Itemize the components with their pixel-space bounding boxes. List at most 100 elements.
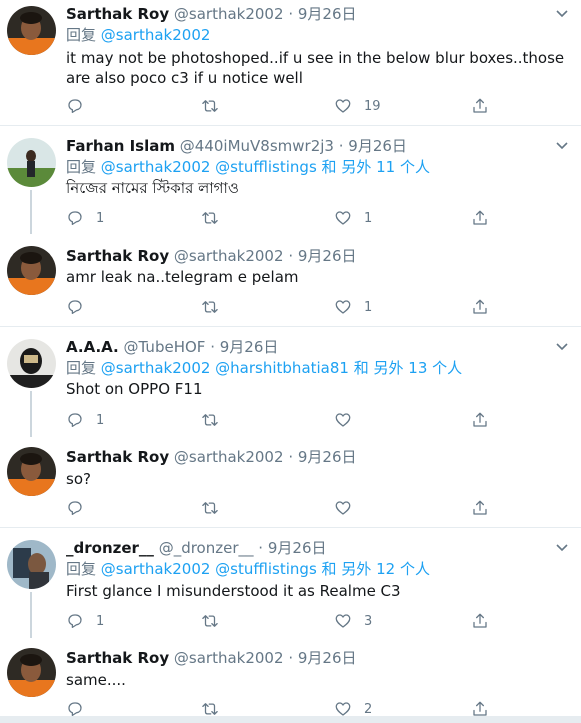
avatar[interactable] — [7, 540, 56, 589]
tweet[interactable]: Sarthak Roy @sarthak2002 · 9月26日 so? — [0, 447, 581, 521]
replying-to-label: 回复 — [66, 359, 97, 377]
others-link[interactable]: 和 另外 12 个人 — [322, 560, 430, 578]
tweet-actions — [66, 498, 506, 518]
reply-button[interactable] — [66, 96, 96, 116]
display-name[interactable]: Sarthak Roy — [66, 5, 169, 23]
replying-to: 回复 @sarthak2002 @stufflistings 和 另外 12 个… — [66, 559, 430, 579]
chevron-down-icon[interactable] — [555, 138, 569, 152]
chevron-down-icon[interactable] — [555, 6, 569, 20]
user-handle[interactable]: @sarthak2002 — [174, 448, 284, 466]
reply-icon — [68, 211, 82, 226]
like-icon — [335, 413, 351, 427]
timestamp[interactable]: 9月26日 — [298, 448, 357, 466]
tweet-text: amr leak na..telegram e pelam — [66, 268, 299, 286]
display-name[interactable]: _dronzer__ — [66, 539, 154, 557]
like-button[interactable]: 19 — [334, 96, 381, 116]
replying-to-label: 回复 — [66, 158, 97, 176]
avatar[interactable] — [7, 447, 56, 496]
share-button[interactable] — [471, 410, 489, 430]
mention-links[interactable]: @sarthak2002 @stufflistings — [101, 560, 317, 578]
chevron-down-icon[interactable] — [555, 339, 569, 353]
reply-button[interactable]: 1 — [66, 410, 104, 430]
mention-links[interactable]: @sarthak2002 @harshitbhatia81 — [101, 359, 349, 377]
share-icon — [473, 500, 487, 515]
user-handle[interactable]: @sarthak2002 — [174, 649, 284, 667]
replying-to-label: 回复 — [66, 560, 97, 578]
separator: · — [210, 338, 215, 356]
timestamp[interactable]: 9月26日 — [268, 539, 327, 557]
reply-icon — [68, 300, 82, 315]
timestamp[interactable]: 9月26日 — [348, 137, 407, 155]
retweet-button[interactable] — [201, 410, 231, 430]
like-count: 2 — [364, 701, 373, 717]
like-count: 1 — [364, 299, 373, 315]
tweet-header: Sarthak Roy @sarthak2002 · 9月26日 — [66, 4, 357, 24]
share-button[interactable] — [471, 208, 489, 228]
tweet-actions: 1 — [66, 297, 506, 317]
tweet[interactable]: Sarthak Roy @sarthak2002 · 9月26日 amr lea… — [0, 246, 581, 320]
others-link[interactable]: 和 另外 11 个人 — [322, 158, 430, 176]
mention-links[interactable]: @sarthak2002 @stufflistings — [101, 158, 317, 176]
avatar[interactable] — [7, 648, 56, 697]
avatar[interactable] — [7, 339, 56, 388]
like-button[interactable]: 3 — [334, 611, 372, 631]
others-link[interactable]: 和 另外 13 个人 — [354, 359, 462, 377]
display-name[interactable]: A.A.A. — [66, 338, 119, 356]
share-button[interactable] — [471, 498, 489, 518]
tweet-header: Sarthak Roy @sarthak2002 · 9月26日 — [66, 648, 357, 668]
like-button[interactable] — [334, 498, 364, 518]
reply-button[interactable] — [66, 297, 96, 317]
retweet-button[interactable] — [201, 498, 231, 518]
like-count: 1 — [364, 210, 373, 226]
user-handle[interactable]: @sarthak2002 — [174, 247, 284, 265]
timestamp[interactable]: 9月26日 — [298, 649, 357, 667]
tweet[interactable]: Sarthak Roy @sarthak2002 · 9月26日 回复 @sar… — [0, 4, 581, 124]
display-name[interactable]: Sarthak Roy — [66, 649, 169, 667]
mention-links[interactable]: @sarthak2002 — [101, 26, 211, 44]
tweet[interactable]: _dronzer__ @_dronzer__ · 9月26日 回复 @sarth… — [0, 538, 581, 638]
retweet-button[interactable] — [201, 611, 231, 631]
display-name[interactable]: Sarthak Roy — [66, 247, 169, 265]
tweet-header: Sarthak Roy @sarthak2002 · 9月26日 — [66, 246, 357, 266]
tweet-actions: 1 3 — [66, 611, 506, 631]
tweet-header: _dronzer__ @_dronzer__ · 9月26日 — [66, 538, 327, 558]
reply-button[interactable]: 1 — [66, 611, 104, 631]
tweet-actions: 19 — [66, 96, 506, 116]
tweet[interactable]: Sarthak Roy @sarthak2002 · 9月26日 same...… — [0, 648, 581, 717]
user-handle[interactable]: @_dronzer__ — [159, 539, 254, 557]
retweet-icon — [202, 502, 218, 514]
tweet[interactable]: A.A.A. @TubeHOF · 9月26日 回复 @sarthak2002 … — [0, 337, 581, 437]
share-button[interactable] — [471, 611, 489, 631]
tweet-text: First glance I misunderstood it as Realm… — [66, 582, 401, 600]
like-button[interactable] — [334, 410, 364, 430]
share-button[interactable] — [471, 96, 489, 116]
user-handle[interactable]: @440iMuV8smwr2j3 — [180, 137, 334, 155]
timeline-bottom-border — [0, 716, 581, 723]
display-name[interactable]: Sarthak Roy — [66, 448, 169, 466]
timestamp[interactable]: 9月26日 — [298, 5, 357, 23]
reply-button[interactable] — [66, 498, 96, 518]
avatar[interactable] — [7, 138, 56, 187]
like-icon — [335, 501, 351, 515]
user-handle[interactable]: @TubeHOF — [124, 338, 206, 356]
share-icon — [473, 613, 487, 628]
chevron-down-icon[interactable] — [555, 540, 569, 554]
avatar[interactable] — [7, 246, 56, 295]
timestamp[interactable]: 9月26日 — [298, 247, 357, 265]
reply-icon — [68, 501, 82, 516]
like-button[interactable]: 1 — [334, 208, 372, 228]
timestamp[interactable]: 9月26日 — [220, 338, 279, 356]
avatar[interactable] — [7, 6, 56, 55]
share-button[interactable] — [471, 297, 489, 317]
reply-button[interactable]: 1 — [66, 208, 104, 228]
tweet[interactable]: Farhan Islam @440iMuV8smwr2j3 · 9月26日 回复… — [0, 136, 581, 234]
like-icon — [335, 211, 351, 225]
retweet-button[interactable] — [201, 208, 231, 228]
like-button[interactable]: 1 — [334, 297, 372, 317]
display-name[interactable]: Farhan Islam — [66, 137, 175, 155]
user-handle[interactable]: @sarthak2002 — [174, 5, 284, 23]
like-icon — [335, 99, 351, 113]
retweet-button[interactable] — [201, 96, 231, 116]
retweet-button[interactable] — [201, 297, 231, 317]
tweet-text: same.... — [66, 671, 126, 689]
